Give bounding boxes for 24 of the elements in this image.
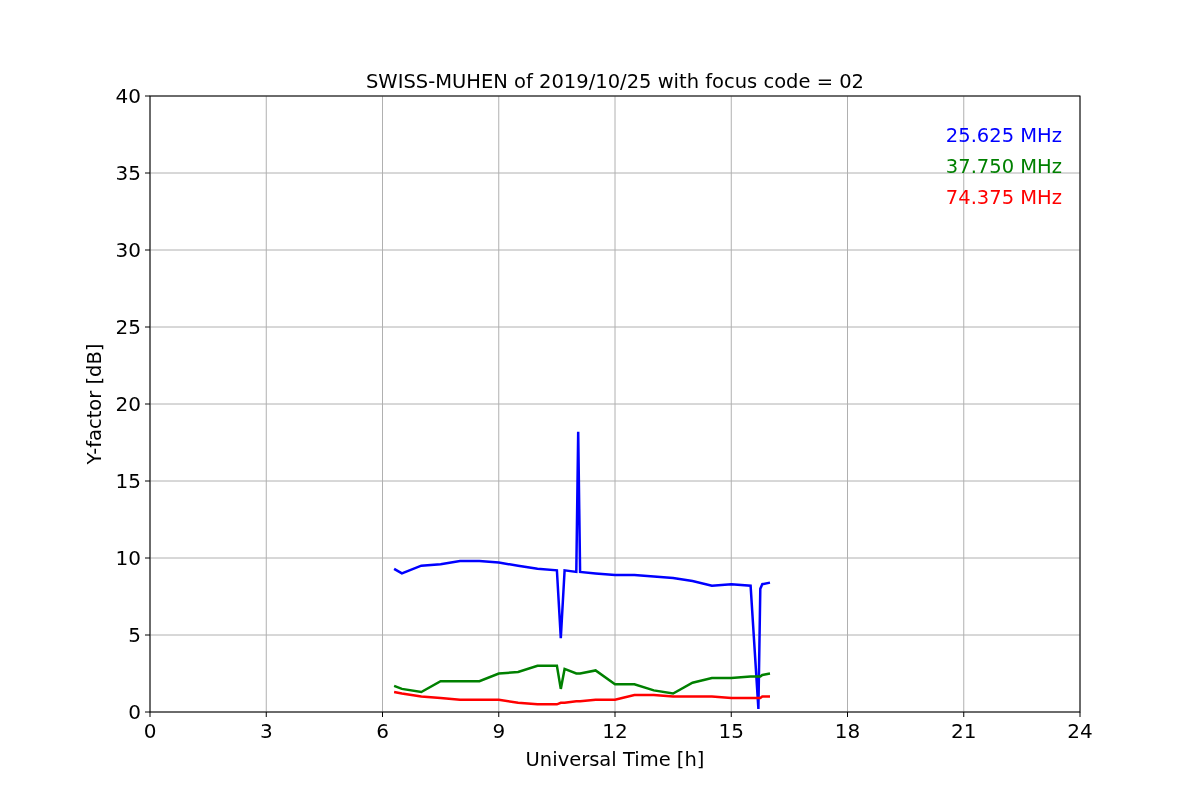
legend-label: 74.375 MHz	[945, 186, 1062, 209]
y-tick-label: 40	[115, 84, 141, 108]
x-tick-label: 18	[834, 719, 861, 743]
x-tick-label: 12	[602, 719, 628, 743]
x-tick-label: 0	[143, 719, 157, 743]
y-tick-label: 15	[115, 469, 141, 493]
y-axis-label: Y-factor [dB]	[83, 343, 106, 465]
y-tick-label: 25	[115, 315, 141, 339]
y-tick-label: 5	[128, 623, 141, 647]
y-tick-label: 10	[115, 546, 141, 570]
x-tick-label: 15	[718, 719, 744, 743]
y-tick-label: 0	[128, 700, 141, 724]
chart-title: SWISS-MUHEN of 2019/10/25 with focus code = 02	[366, 70, 864, 93]
legend-label: 37.750 MHz	[945, 155, 1062, 178]
x-tick-label: 3	[259, 719, 273, 743]
y-tick-label: 20	[115, 392, 141, 416]
x-axis-label: Universal Time [h]	[525, 748, 705, 771]
x-tick-label: 24	[1067, 719, 1093, 743]
legend-label: 25.625 MHz	[945, 124, 1062, 147]
x-tick-label: 9	[492, 719, 506, 743]
x-tick-label: 6	[376, 719, 389, 743]
x-tick-label: 21	[951, 719, 977, 743]
y-tick-label: 35	[115, 161, 141, 185]
y-tick-label: 30	[115, 238, 141, 262]
